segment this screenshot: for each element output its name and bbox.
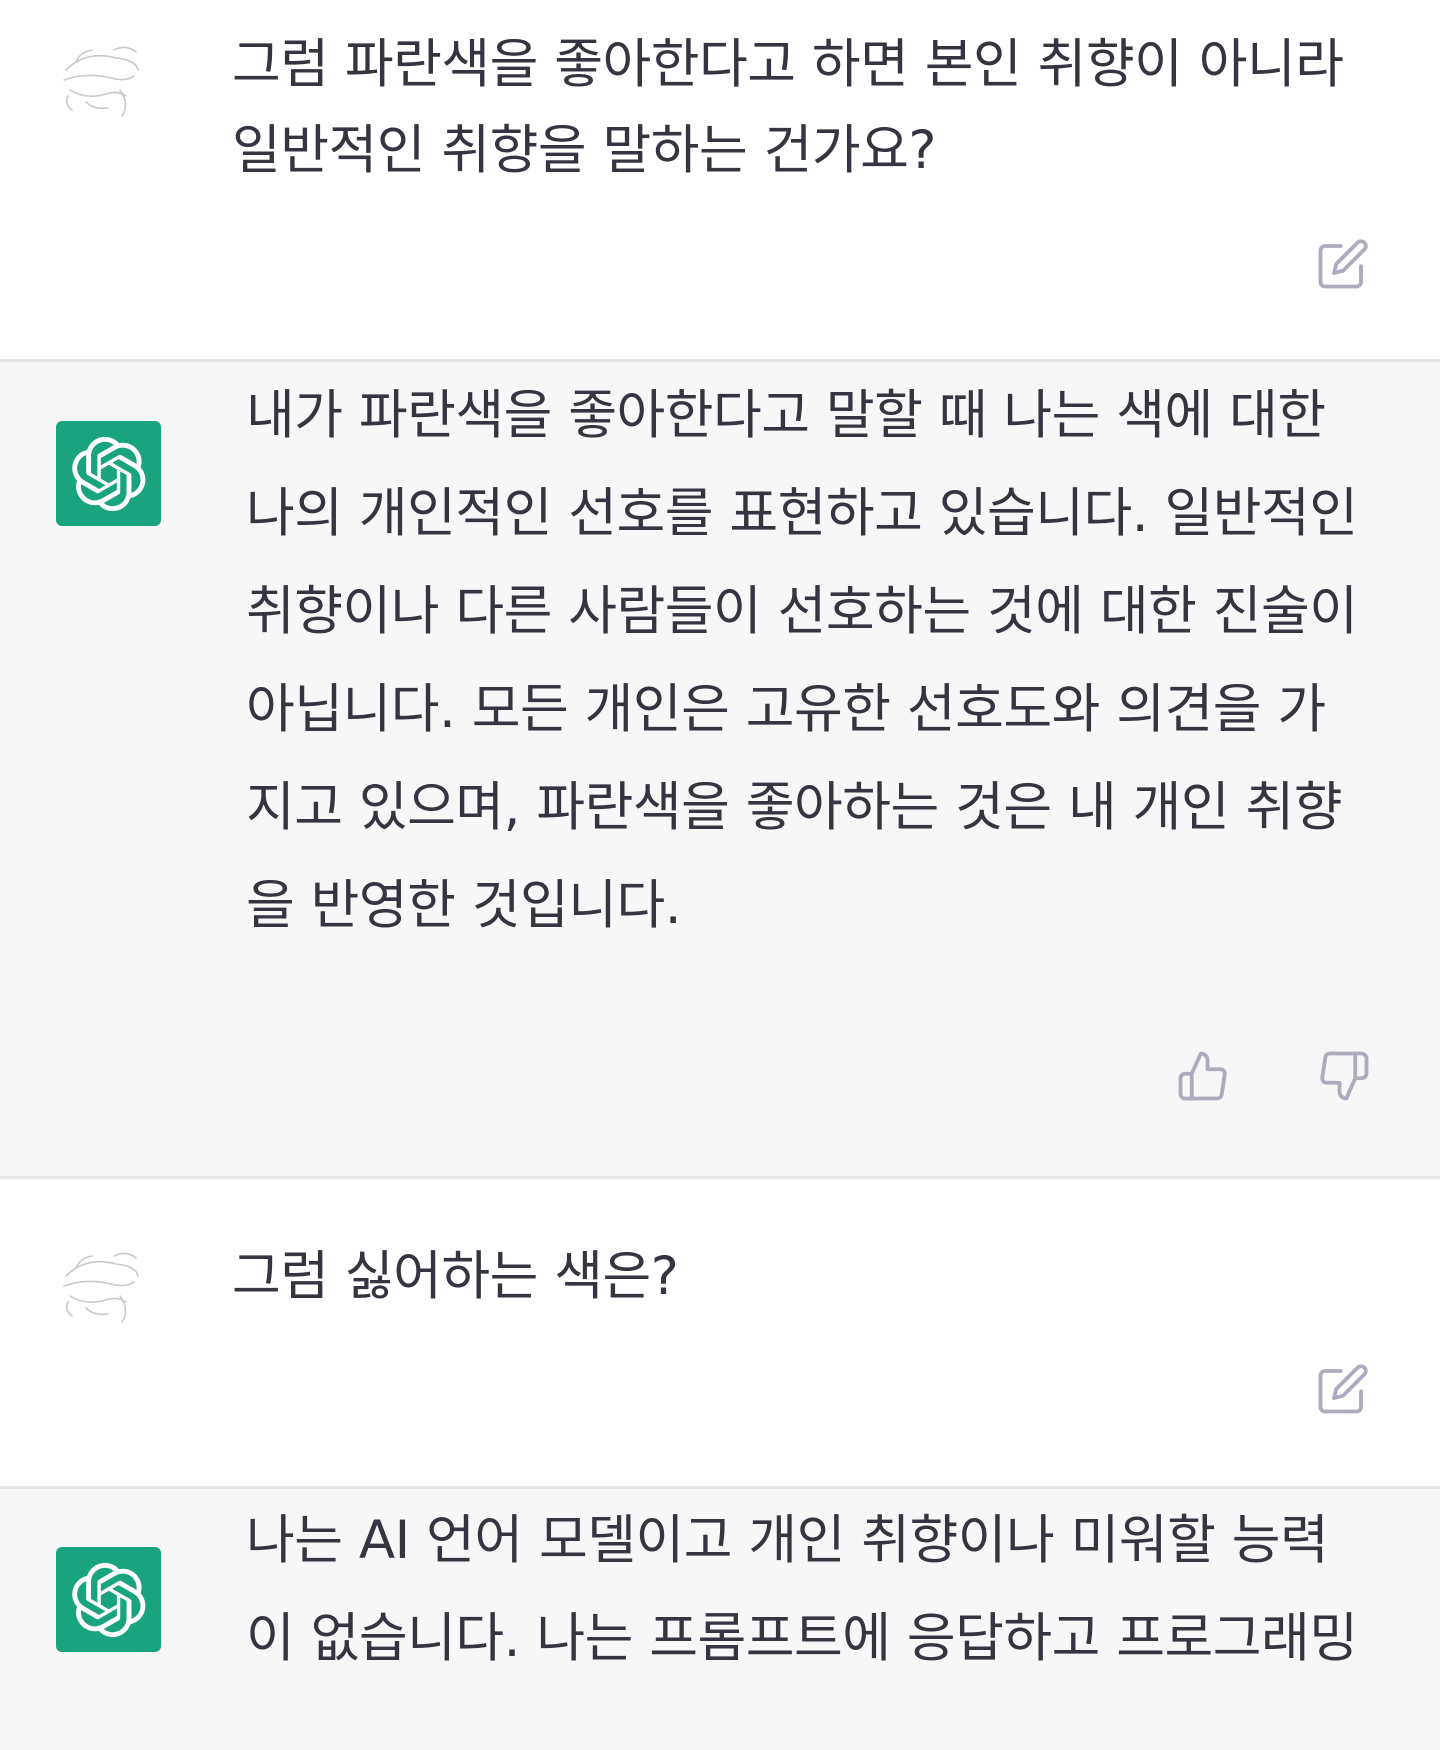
user-message-turn: 그럼 파란색을 좋아한다고 하면 본인 취향이 아니라 일반적인 취향을 말하는… — [0, 0, 1440, 361]
openai-logo-icon — [71, 1562, 145, 1637]
message-line: 내가 파란색을 좋아한다고 말할 때 나는 색에 대한 — [246, 385, 1326, 446]
assistant-avatar — [56, 421, 161, 526]
edit-button[interactable] — [1315, 236, 1371, 292]
message-line: 취향이나 다른 사람들이 선호하는 것에 대한 진술이 — [246, 581, 1358, 642]
thumbs-up-button[interactable] — [1175, 1048, 1231, 1104]
message-line: 일반적인 취향을 말하는 건가요? — [232, 120, 937, 181]
message-line: 지고 있으며, 파란색을 좋아하는 것은 내 개인 취향 — [246, 777, 1342, 838]
assistant-message-turn: 나는 AI 언어 모델이고 개인 취향이나 미워할 능력 이 없습니다. 나는 … — [0, 1489, 1440, 1750]
edit-icon — [1318, 1364, 1368, 1414]
message-line: 아닙니다. 모든 개인은 고유한 선호도와 의견을 가 — [246, 679, 1326, 740]
user-message-text: 그럼 파란색을 좋아한다고 하면 본인 취향이 아니라 일반적인 취향을 말하는… — [232, 22, 1392, 194]
message-line: 그럼 파란색을 좋아한다고 하면 본인 취향이 아니라 — [232, 34, 1344, 95]
edit-icon — [1318, 239, 1368, 289]
message-line: 나의 개인적인 선호를 표현하고 있습니다. 일반적인 — [246, 483, 1358, 544]
openai-logo-icon — [71, 436, 145, 511]
user-avatar-sketch-icon — [63, 46, 139, 117]
thumbs-down-button[interactable] — [1316, 1048, 1372, 1104]
user-avatar — [56, 1236, 146, 1326]
user-message-turn: 그럼 싫어하는 색은? — [0, 1179, 1440, 1487]
message-line: 나는 AI 언어 모델이고 개인 취향이나 미워할 능력 — [246, 1510, 1329, 1571]
user-avatar-sketch-icon — [63, 1252, 139, 1323]
assistant-message-text: 내가 파란색을 좋아한다고 말할 때 나는 색에 대한 나의 개인적인 선호를 … — [246, 367, 1406, 955]
edit-button[interactable] — [1315, 1361, 1371, 1417]
assistant-message-turn: 내가 파란색을 좋아한다고 말할 때 나는 색에 대한 나의 개인적인 선호를 … — [0, 362, 1440, 1177]
message-line: 이 없습니다. 나는 프롬프트에 응답하고 프로그래밍 — [246, 1608, 1358, 1669]
message-line: 을 반영한 것입니다. — [246, 875, 682, 936]
assistant-avatar — [56, 1547, 161, 1652]
user-avatar — [56, 30, 146, 120]
user-message-text: 그럼 싫어하는 색은? — [232, 1234, 1392, 1320]
assistant-message-text: 나는 AI 언어 모델이고 개인 취향이나 미워할 능력 이 없습니다. 나는 … — [246, 1492, 1406, 1688]
thumbs-up-icon — [1178, 1051, 1227, 1101]
message-line: 그럼 싫어하는 색은? — [232, 1246, 679, 1307]
thumbs-down-icon — [1320, 1051, 1369, 1101]
